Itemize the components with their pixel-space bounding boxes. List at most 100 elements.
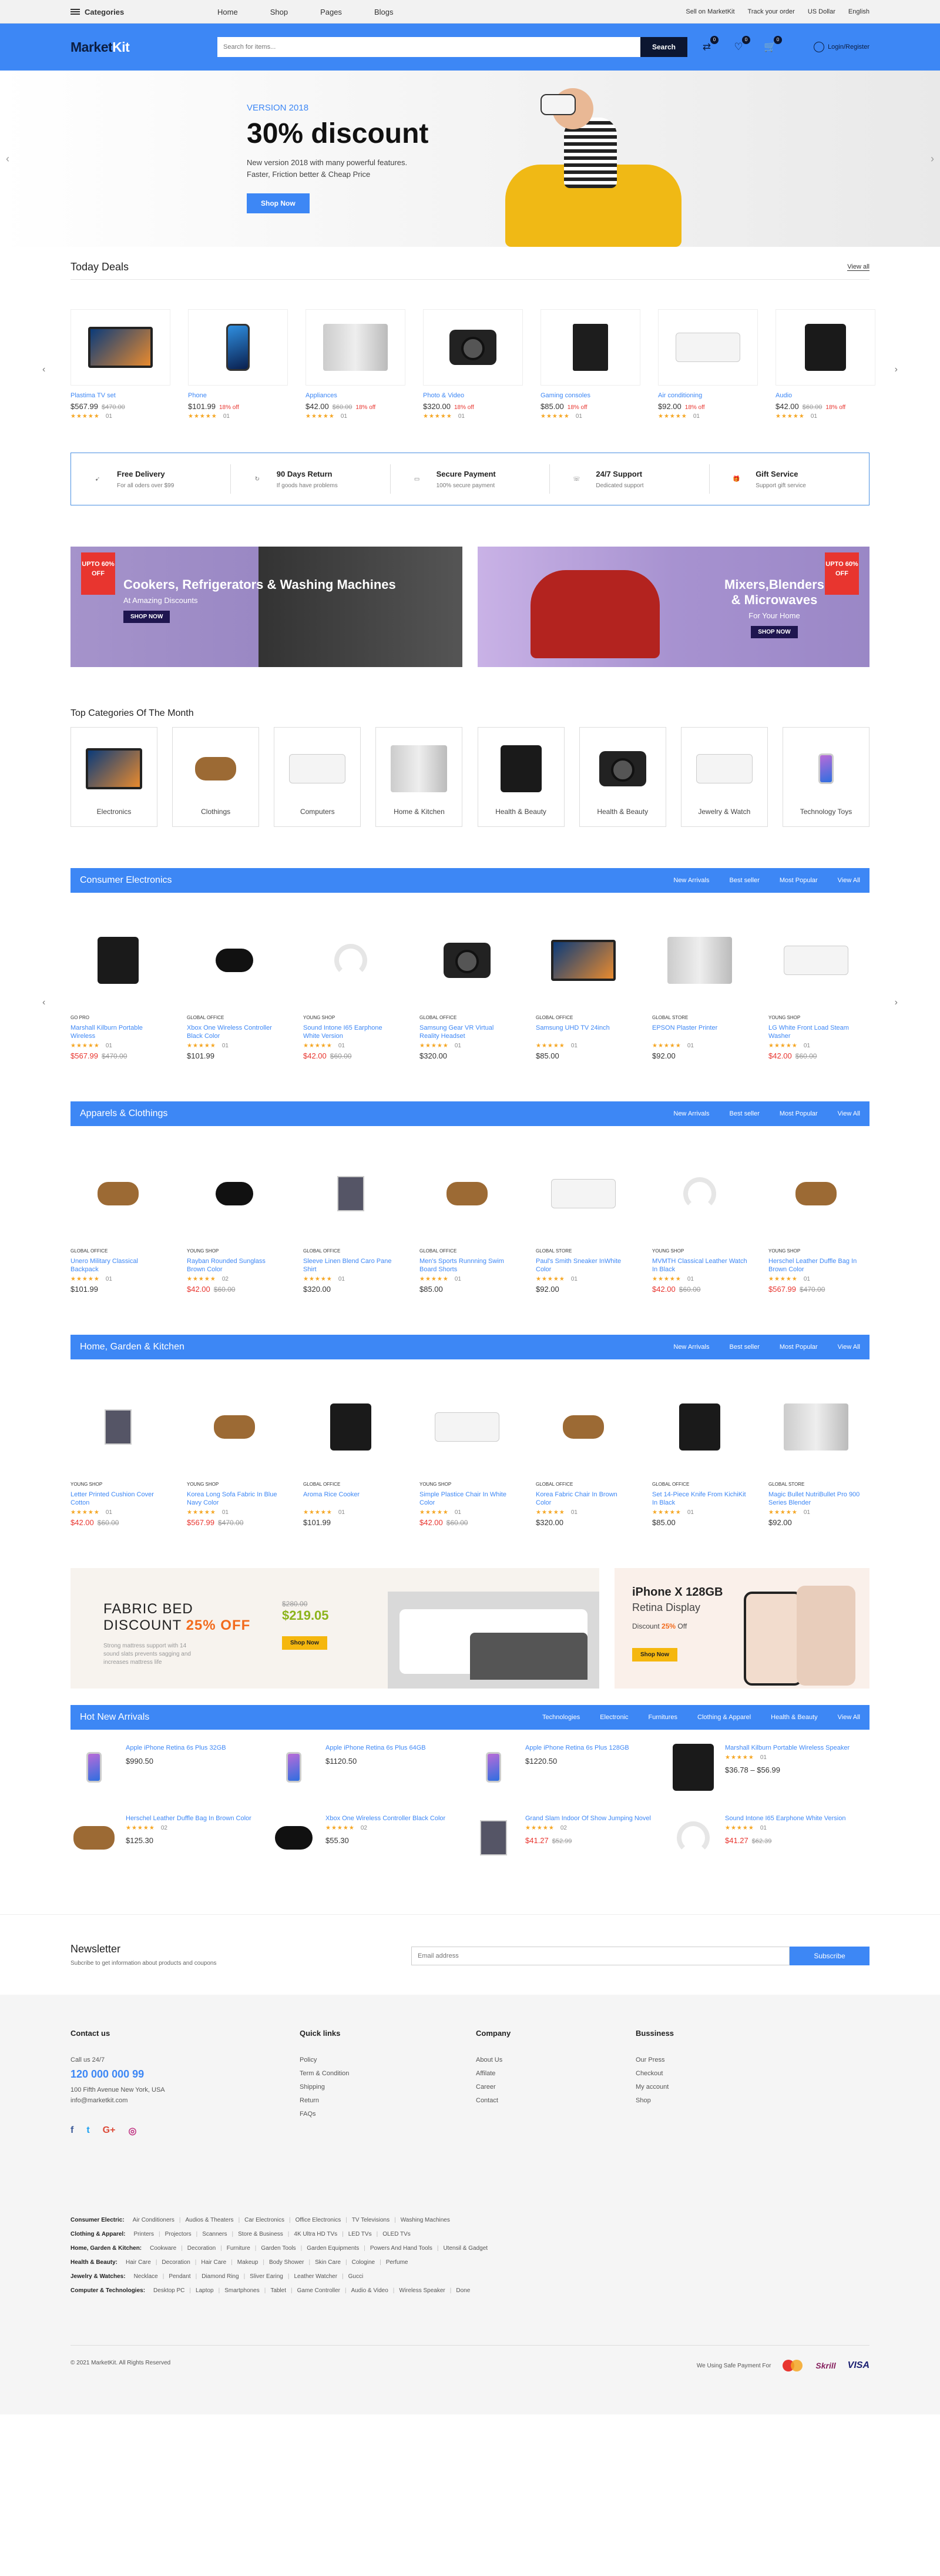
product-card[interactable]: YOUNG SHOP Sound Intone I65 Earphone Whit… [303,910,398,1060]
footer-cat-link[interactable]: Hair Care [201,2259,226,2266]
footer-link[interactable]: FAQs [300,2111,476,2118]
product-image[interactable] [768,1144,864,1244]
product-name[interactable]: Samsung UHD TV 24inch [536,1024,631,1040]
instagram-icon[interactable]: ◎ [128,2125,136,2137]
hot-item-name[interactable]: Marshall Kilburn Portable Wireless Speak… [725,1744,850,1752]
block-tab[interactable]: New Arrivals [673,877,709,884]
hot-tab[interactable]: Furnitures [649,1714,678,1721]
product-name[interactable]: Magic Bullet NutriBullet Pro 900 Series … [768,1490,864,1507]
promo-appliances[interactable]: UPTO 60% OFF Cookers, Refrigerators & Wa… [70,547,462,667]
nav-pages[interactable]: Pages [320,8,342,16]
product-image[interactable] [652,1144,747,1244]
deal-name[interactable]: Photo & Video [423,391,523,400]
hot-item[interactable]: Sound Intone I65 Earphone White Version ★… [670,1814,870,1861]
newsletter-email-input[interactable] [411,1947,790,1965]
search-button[interactable]: Search [640,37,687,57]
product-shop[interactable]: GLOBAL STORE [652,1015,747,1020]
language-select[interactable]: English [848,8,870,15]
search-input[interactable] [217,37,640,57]
hot-tab[interactable]: Technologies [542,1714,580,1721]
hot-item-name[interactable]: Grand Slam Indoor Of Show Jumping Novel [525,1814,651,1823]
currency-select[interactable]: US Dollar [808,8,835,15]
footer-cat-link[interactable]: Game Controller [297,2287,340,2294]
product-name[interactable]: Sound Intone I65 Earphone White Version [303,1024,398,1040]
deal-image[interactable] [306,309,405,386]
deal-card[interactable]: Photo & Video $320.00 18% off ★★★★★ 01 [423,309,523,420]
footer-cat-link[interactable]: Audio & Video [351,2287,388,2294]
product-image[interactable] [419,1144,515,1244]
product-name[interactable]: Letter Printed Cushion Cover Cotton [70,1490,166,1507]
product-image[interactable] [187,1144,282,1244]
footer-link[interactable]: Affilate [476,2070,636,2077]
deal-card[interactable]: Phone $101.99 18% off ★★★★★ 01 [188,309,288,420]
product-shop[interactable]: YOUNG SHOP [70,1482,166,1487]
footer-cat-link[interactable]: Audios & Theaters [185,2217,233,2223]
product-name[interactable]: Set 14-Piece Knife From KichiKit In Blac… [652,1490,747,1507]
product-card[interactable]: YOUNG SHOP Rayban Rounded Sunglass Brown … [187,1144,282,1294]
subscribe-button[interactable]: Subscribe [790,1947,870,1965]
iphone-banner[interactable]: iPhone X 128GB Retina Display Discount 2… [615,1568,870,1689]
logo[interactable]: MarketKit [70,39,217,55]
nav-home[interactable]: Home [217,8,238,16]
block-tab[interactable]: New Arrivals [673,1344,709,1351]
footer-cat-link[interactable]: Smartphones [224,2287,259,2294]
product-name[interactable]: Paul's Smith Sneaker InWhite Color [536,1257,631,1274]
deal-card[interactable]: Gaming consoles $85.00 18% off ★★★★★ 01 [540,309,640,420]
footer-cat-link[interactable]: 4K Ultra HD TVs [294,2231,337,2237]
deal-card[interactable]: Plastima TV set $567.99 $470.00 ★★★★★ 01 [70,309,170,420]
footer-link[interactable]: Term & Condition [300,2070,476,2077]
category-card[interactable]: Electronics [70,727,157,827]
footer-link[interactable]: Policy [300,2056,476,2064]
deals-prev-icon[interactable]: ‹ [42,364,45,375]
hot-item-name[interactable]: Apple iPhone Retina 6s Plus 64GB [325,1744,426,1752]
block-tab[interactable]: Most Popular [780,877,818,884]
deal-image[interactable] [540,309,640,386]
footer-cat-link[interactable]: Powers And Hand Tools [370,2245,432,2252]
footer-link[interactable]: Checkout [636,2070,788,2077]
deal-card[interactable]: Appliances $42.00 $60.00 18% off ★★★★★ 01 [306,309,405,420]
product-card[interactable]: GLOBAL OFFICE Xbox One Wireless Controlle… [187,910,282,1060]
product-name[interactable]: Marshall Kilburn Portable Wireless [70,1024,166,1040]
block-prev-icon[interactable]: ‹ [42,997,45,1008]
footer-cat-link[interactable]: Scanners [202,2231,227,2237]
hot-item[interactable]: Herschel Leather Duffle Bag In Brown Col… [70,1814,270,1861]
footer-link[interactable]: Shop [636,2097,788,2104]
hot-item[interactable]: Apple iPhone Retina 6s Plus 64GB $1120.50 [270,1744,470,1791]
nav-shop[interactable]: Shop [270,8,288,16]
product-shop[interactable]: GLOBAL OFFICE [187,1015,282,1020]
iphone-shop-button[interactable]: Shop Now [632,1648,677,1661]
hot-item-image[interactable] [70,1814,118,1861]
product-shop[interactable]: YOUNG SHOP [303,1015,398,1020]
deal-card[interactable]: Air conditioning $92.00 18% off ★★★★★ 01 [658,309,758,420]
product-shop[interactable]: YOUNG SHOP [187,1482,282,1487]
footer-cat-link[interactable]: Perfume [386,2259,408,2266]
footer-cat-link[interactable]: Hair Care [126,2259,151,2266]
hot-item-name[interactable]: Herschel Leather Duffle Bag In Brown Col… [126,1814,251,1823]
product-shop[interactable]: GLOBAL OFFICE [303,1482,398,1487]
hot-item-image[interactable] [470,1744,517,1791]
hot-item[interactable]: Apple iPhone Retina 6s Plus 32GB $990.50 [70,1744,270,1791]
footer-cat-link[interactable]: OLED TVs [382,2231,411,2237]
deals-view-all[interactable]: View all [847,263,870,271]
deal-name[interactable]: Phone [188,391,288,400]
footer-cat-link[interactable]: Skin Care [315,2259,341,2266]
product-name[interactable]: Sleeve Linen Blend Caro Pane Shirt [303,1257,398,1274]
product-image[interactable] [70,1377,166,1477]
footer-cat-link[interactable]: Air Conditioners [133,2217,174,2223]
product-image[interactable] [652,1377,747,1477]
hero-prev-icon[interactable]: ‹ [6,153,9,165]
footer-cat-link[interactable]: Pendant [169,2273,190,2280]
product-name[interactable]: Men's Sports Runnning Swim Board Shorts [419,1257,515,1274]
footer-link[interactable]: Shipping [300,2083,476,2091]
category-card[interactable]: Clothings [172,727,260,827]
footer-email[interactable]: info@marketkit.com [70,2097,300,2104]
product-card[interactable]: GLOBAL OFFICE Korea Fabric Chair In Brown… [536,1377,631,1527]
hot-item-name[interactable]: Xbox One Wireless Controller Black Color [325,1814,445,1823]
product-shop[interactable]: GLOBAL OFFICE [652,1482,747,1487]
product-shop[interactable]: YOUNG SHOP [419,1482,515,1487]
twitter-icon[interactable]: t [86,2125,89,2137]
footer-cat-link[interactable]: Washing Machines [401,2217,450,2223]
deal-name[interactable]: Air conditioning [658,391,758,400]
product-name[interactable]: Simple Plastice Chair In White Color [419,1490,515,1507]
footer-link[interactable]: Return [300,2097,476,2104]
